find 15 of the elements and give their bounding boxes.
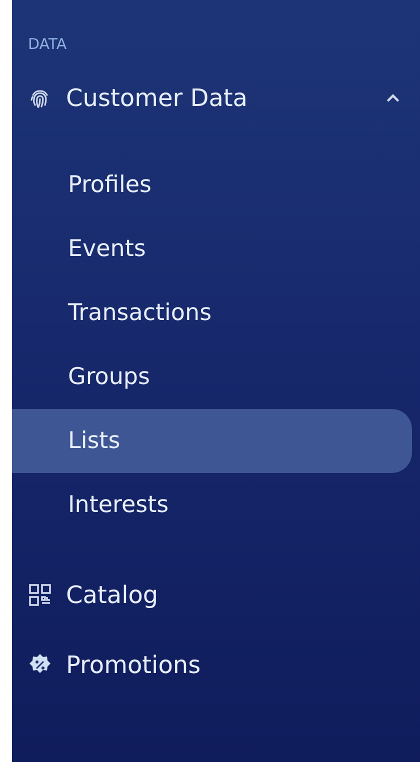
- sub-nav-item[interactable]: Profiles: [12, 153, 412, 217]
- sub-nav-item[interactable]: Transactions: [12, 281, 412, 345]
- nav-label: Catalog: [66, 581, 160, 609]
- chevron-icon[interactable]: [386, 93, 400, 103]
- qr-code-icon: [28, 583, 52, 607]
- nav-label: Customer Data: [66, 84, 249, 112]
- sub-nav-item[interactable]: Lists: [12, 409, 412, 473]
- nav-item[interactable]: Customer Data: [12, 68, 420, 128]
- section-label: DATA: [27, 34, 68, 55]
- nav-label: Promotions: [66, 651, 202, 679]
- sub-nav-item[interactable]: Groups: [12, 345, 412, 409]
- nav-item[interactable]: Catalog: [12, 565, 420, 625]
- sub-nav-item[interactable]: Interests: [12, 473, 412, 537]
- nav-item[interactable]: Promotions: [12, 635, 420, 695]
- sub-nav-item[interactable]: Events: [12, 217, 412, 281]
